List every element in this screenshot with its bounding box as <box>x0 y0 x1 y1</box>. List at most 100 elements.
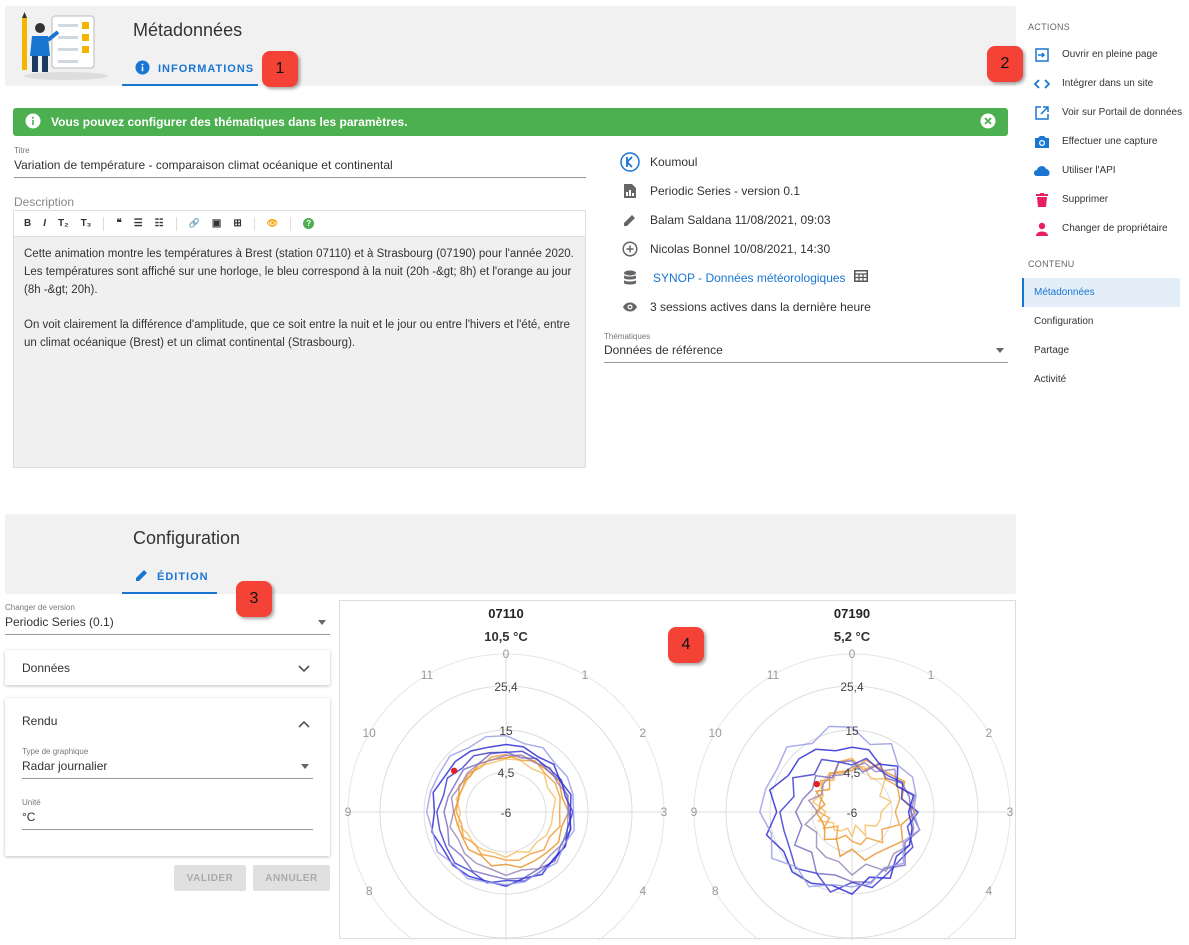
hour-label: 1 <box>928 668 935 682</box>
chart-type-select[interactable]: Radar journalier <box>22 759 313 779</box>
current-point <box>450 767 458 775</box>
tab-edition[interactable]: ÉDITION <box>135 568 209 585</box>
organization-name: Koumoul <box>650 154 698 169</box>
tab-informations[interactable]: INFORMATIONS <box>135 60 254 78</box>
hour-label: 11 <box>767 668 780 682</box>
action-api[interactable]: Utiliser l'API <box>1022 156 1187 185</box>
description-editor[interactable]: Cette animation montre les températures … <box>13 236 586 468</box>
bold-button[interactable]: B <box>24 218 31 229</box>
close-icon[interactable] <box>980 113 996 132</box>
action-open-full-page[interactable]: Ouvrir en pleine page <box>1022 40 1187 69</box>
donnees-panel[interactable]: Données <box>5 650 330 685</box>
version-value: Periodic Series (0.1) <box>5 615 114 629</box>
version-select[interactable]: Periodic Series (0.1) <box>5 615 330 635</box>
hour-label: 2 <box>639 726 646 740</box>
chevron-up-icon[interactable] <box>298 715 310 733</box>
created-row: Nicolas Bonnel 10/08/2021, 14:30 <box>610 234 1010 263</box>
hour-label: 10 <box>708 726 722 740</box>
ring-label: -6 <box>847 806 858 820</box>
ring-label: 4,5 <box>498 766 515 780</box>
ordered-list-button[interactable]: ☷ <box>155 218 164 229</box>
metadata-illustration <box>14 10 110 82</box>
nav-item-partage[interactable]: Partage <box>1022 336 1180 365</box>
action-change-owner[interactable]: Changer de propriétaire <box>1022 214 1187 243</box>
nav-item-metadonnees[interactable]: Métadonnées <box>1022 278 1180 307</box>
action-label: Voir sur Portail de données <box>1062 107 1183 118</box>
dataset-link[interactable]: SYNOP - Données météorologiques <box>653 271 846 285</box>
info-alert: Vous pouvez configurer des thématiques d… <box>13 108 1008 136</box>
action-embed[interactable]: Intégrer dans un site <box>1022 69 1187 98</box>
hour-label: 4 <box>985 884 992 898</box>
thematiques-label: Thématiques <box>604 332 651 341</box>
cancel-button[interactable]: ANNULER <box>253 865 330 891</box>
action-label: Supprimer <box>1062 194 1109 205</box>
action-label: Effectuer une capture <box>1062 136 1158 147</box>
rendu-label[interactable]: Rendu <box>22 714 57 728</box>
preview-button[interactable]: 👁 <box>267 218 278 229</box>
unit-input[interactable]: °C <box>22 810 313 830</box>
table-button[interactable]: ⊞ <box>233 218 241 229</box>
hour-label: 10 <box>362 726 376 740</box>
annotation-badge-2: 2 <box>987 46 1023 82</box>
image-button[interactable]: ▣ <box>212 218 221 229</box>
ring-label: 25,4 <box>840 680 864 694</box>
action-view-portal[interactable]: Voir sur Portail de données <box>1022 98 1187 127</box>
italic-button[interactable]: I <box>43 218 46 229</box>
pencil-icon <box>610 213 650 227</box>
annotation-badge-3: 3 <box>236 581 272 617</box>
ring-label: 15 <box>845 724 859 738</box>
camera-icon <box>1022 135 1062 149</box>
content-nav: Métadonnées Configuration Partage Activi… <box>1022 278 1180 394</box>
validate-button[interactable]: VALIDER <box>174 865 246 891</box>
action-capture[interactable]: Effectuer une capture <box>1022 127 1187 156</box>
quote-button[interactable]: ❝ <box>116 218 121 229</box>
content-heading: CONTENU <box>1028 259 1075 269</box>
open-in-new-icon <box>1022 105 1062 120</box>
application-row: Periodic Series - version 0.1 <box>610 176 1010 205</box>
ring-label: -6 <box>501 806 512 820</box>
donnees-label: Données <box>22 661 71 675</box>
chart-type-label: Type de graphique <box>22 747 89 756</box>
eye-icon <box>610 301 650 313</box>
database-icon <box>610 270 650 286</box>
tab-edition-label: ÉDITION <box>157 570 209 583</box>
actions-list: Ouvrir en pleine page Intégrer dans un s… <box>1022 40 1187 243</box>
action-delete[interactable]: Supprimer <box>1022 185 1187 214</box>
link-button[interactable]: 🔗 <box>189 218 200 229</box>
heading3-button[interactable]: T₃ <box>81 218 92 229</box>
editor-toolbar: B I T₂ T₃ ❝ ☰ ☷ 🔗 ▣ ⊞ 👁 ? <box>13 210 586 236</box>
description-paragraph-2: On voit clairement la différence d'ampli… <box>24 319 570 349</box>
action-label: Changer de propriétaire <box>1062 223 1168 234</box>
hour-label: 0 <box>849 647 856 661</box>
metadata-title: Métadonnées <box>133 20 243 40</box>
ring-label: 15 <box>499 724 513 738</box>
pencil-icon <box>135 568 149 585</box>
person-icon <box>1022 222 1062 236</box>
tab-informations-indicator <box>122 84 258 86</box>
hour-label: 4 <box>639 884 646 898</box>
nav-item-configuration[interactable]: Configuration <box>1022 307 1180 336</box>
title-input[interactable]: Variation de température - comparaison c… <box>14 158 586 178</box>
chart-title: 07110 <box>488 606 523 621</box>
thematiques-value: Données de référence <box>604 343 723 357</box>
thematiques-select[interactable]: Données de référence <box>604 343 1008 363</box>
koumoul-logo-icon <box>610 151 650 172</box>
add-circle-icon <box>610 240 650 257</box>
chevron-down-icon <box>301 764 309 769</box>
sessions-row: 3 sessions actives dans la dernière heur… <box>610 292 1010 321</box>
info-icon <box>135 60 150 78</box>
cloud-icon <box>1022 165 1062 177</box>
alert-info-icon <box>25 113 41 132</box>
help-button[interactable]: ? <box>303 218 315 229</box>
chart-title: 07190 <box>834 606 870 621</box>
action-label: Intégrer dans un site <box>1062 78 1154 89</box>
open-in-page-icon <box>1022 47 1062 62</box>
heading2-button[interactable]: T₂ <box>58 218 69 229</box>
info-list: Koumoul Periodic Series - version 0.1 Ba… <box>610 147 1010 321</box>
nav-item-activite[interactable]: Activité <box>1022 365 1180 394</box>
bullet-list-button[interactable]: ☰ <box>134 218 143 229</box>
table-icon[interactable] <box>853 270 868 285</box>
chevron-down-icon <box>318 620 326 625</box>
annotation-badge-1: 1 <box>262 51 298 87</box>
updated-row: Balam Saldana 11/08/2021, 09:03 <box>610 205 1010 234</box>
